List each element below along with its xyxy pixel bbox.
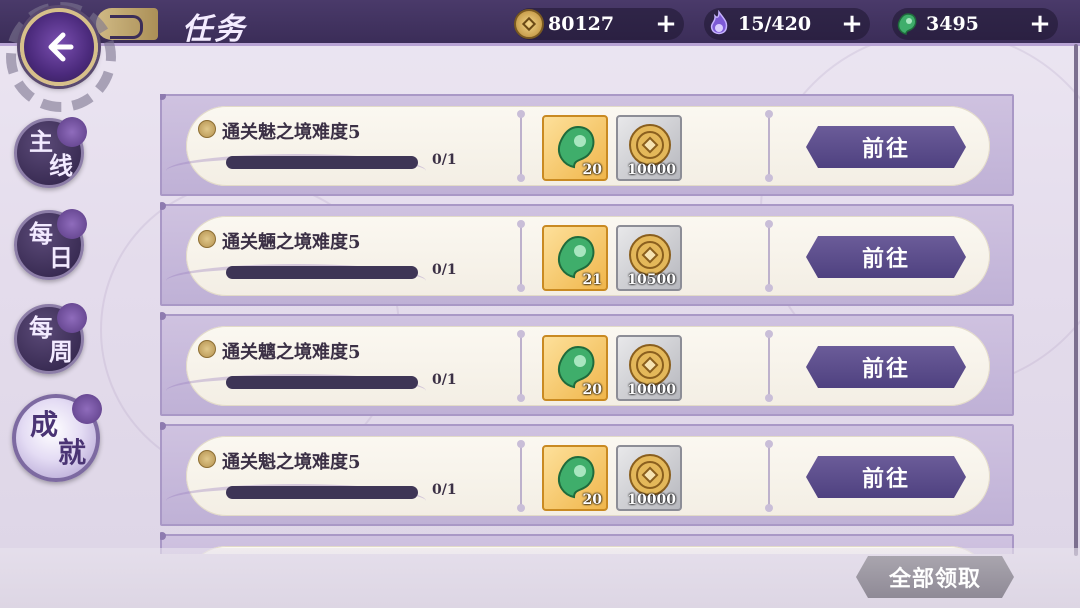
reward-quantity: 21 (582, 272, 602, 288)
progress-bar (226, 376, 418, 389)
divider (517, 440, 525, 512)
progress-text: 0/1 (432, 372, 457, 388)
progress-text: 0/1 (432, 152, 457, 168)
jade-counter: 3495 + (892, 8, 1058, 40)
tab-label-char: 就 (58, 436, 87, 469)
reward-coin[interactable]: 10000 (616, 445, 682, 511)
scrollbar[interactable] (1074, 44, 1078, 556)
flower-ornament-icon (57, 209, 87, 239)
tab-label-char: 线 (49, 151, 73, 180)
flower-ornament-icon (72, 394, 102, 424)
quest-row: 通关魑之境难度5 0/1 20 10000 前往 (160, 312, 1014, 416)
progress-bar (226, 486, 418, 499)
quest-row: 通关魁之境难度5 0/1 20 10000 前往 (160, 422, 1014, 526)
add-stamina-button[interactable]: + (840, 9, 864, 39)
tab-label-char: 成 (30, 408, 59, 441)
back-button[interactable] (20, 8, 98, 86)
plus-icon: + (841, 9, 863, 39)
add-coin-button[interactable]: + (654, 9, 678, 39)
reward-coin[interactable]: 10000 (616, 115, 682, 181)
reward-quantity: 10500 (627, 272, 676, 288)
divider (517, 220, 525, 292)
reward-quantity: 10000 (627, 382, 676, 398)
quest-card: 通关魑之境难度5 0/1 20 10000 前往 (166, 326, 990, 406)
reward-quantity: 10000 (627, 162, 676, 178)
quest-title: 通关魎之境难度5 (222, 232, 361, 253)
quest-row: 通关魎之境难度5 0/1 21 10500 前往 (160, 202, 1014, 306)
quest-bullet-icon (198, 340, 216, 358)
quest-bullet-icon (198, 450, 216, 468)
progress-bar (226, 156, 418, 169)
tab-weekly[interactable]: 每 周 (14, 303, 87, 374)
divider (517, 330, 525, 402)
quest-title: 通关魁之境难度5 (222, 452, 361, 473)
quest-list[interactable]: 通关魅之境难度5 0/1 20 10000 前往 通关魎之境难度5 0/1 21… (160, 94, 1016, 554)
go-button[interactable]: 前往 (806, 126, 966, 168)
divider (517, 110, 525, 182)
coin-counter: 80127 + (514, 8, 684, 40)
reward-jade[interactable]: 20 (542, 335, 608, 401)
tab-label-char: 周 (49, 337, 73, 366)
claim-all-button[interactable]: 全部领取 (856, 556, 1014, 598)
quest-title: 通关魅之境难度5 (222, 122, 361, 143)
quest-title: 通关魑之境难度5 (222, 342, 361, 363)
reward-coin[interactable]: 10000 (616, 335, 682, 401)
go-button[interactable]: 前往 (806, 456, 966, 498)
plus-icon: + (655, 9, 677, 39)
progress-text: 0/1 (432, 262, 457, 278)
coin-icon (514, 9, 544, 39)
go-button[interactable]: 前往 (806, 346, 966, 388)
quest-bullet-icon (198, 120, 216, 138)
stamina-counter: 15/420 + (704, 8, 870, 40)
divider (765, 440, 773, 512)
reward-coin[interactable]: 10500 (616, 225, 682, 291)
add-jade-button[interactable]: + (1028, 9, 1052, 39)
reward-jade[interactable]: 21 (542, 225, 608, 291)
go-button[interactable]: 前往 (806, 236, 966, 278)
reward-quantity: 20 (582, 162, 602, 178)
back-arrow-icon (48, 32, 74, 62)
reward-jade[interactable]: 20 (542, 445, 608, 511)
divider (765, 220, 773, 292)
jade-value: 3495 (926, 13, 979, 35)
divider (765, 110, 773, 182)
tab-label-char: 日 (49, 243, 73, 272)
reward-quantity: 20 (582, 492, 602, 508)
spirit-flame-icon (704, 9, 734, 39)
progress-text: 0/1 (432, 482, 457, 498)
flower-ornament-icon (57, 117, 87, 147)
progress-bar (226, 266, 418, 279)
reward-quantity: 10000 (627, 492, 676, 508)
tab-achievements[interactable]: 成 就 (12, 394, 102, 482)
reward-quantity: 20 (582, 382, 602, 398)
quest-row: 通关魅之境难度5 0/1 20 10000 前往 (160, 94, 1014, 196)
quest-card: 通关魎之境难度5 0/1 21 10500 前往 (166, 216, 990, 296)
tab-daily[interactable]: 每 日 (14, 209, 87, 280)
page-title: 任务 (182, 12, 246, 47)
top-bar: 任务 80127 + 15/420 + 3495 + (0, 0, 1080, 47)
coin-value: 80127 (548, 13, 615, 35)
divider (765, 330, 773, 402)
stamina-value: 15/420 (738, 13, 812, 35)
reward-jade[interactable]: 20 (542, 115, 608, 181)
plus-icon: + (1029, 9, 1051, 39)
quest-bullet-icon (198, 230, 216, 248)
tab-main-story[interactable]: 主 线 (14, 117, 87, 188)
magatama-icon (892, 9, 922, 39)
flower-ornament-icon (57, 303, 87, 333)
quest-card: 通关魁之境难度5 0/1 20 10000 前往 (166, 436, 990, 516)
quest-card: 通关魅之境难度5 0/1 20 10000 前往 (166, 106, 990, 186)
